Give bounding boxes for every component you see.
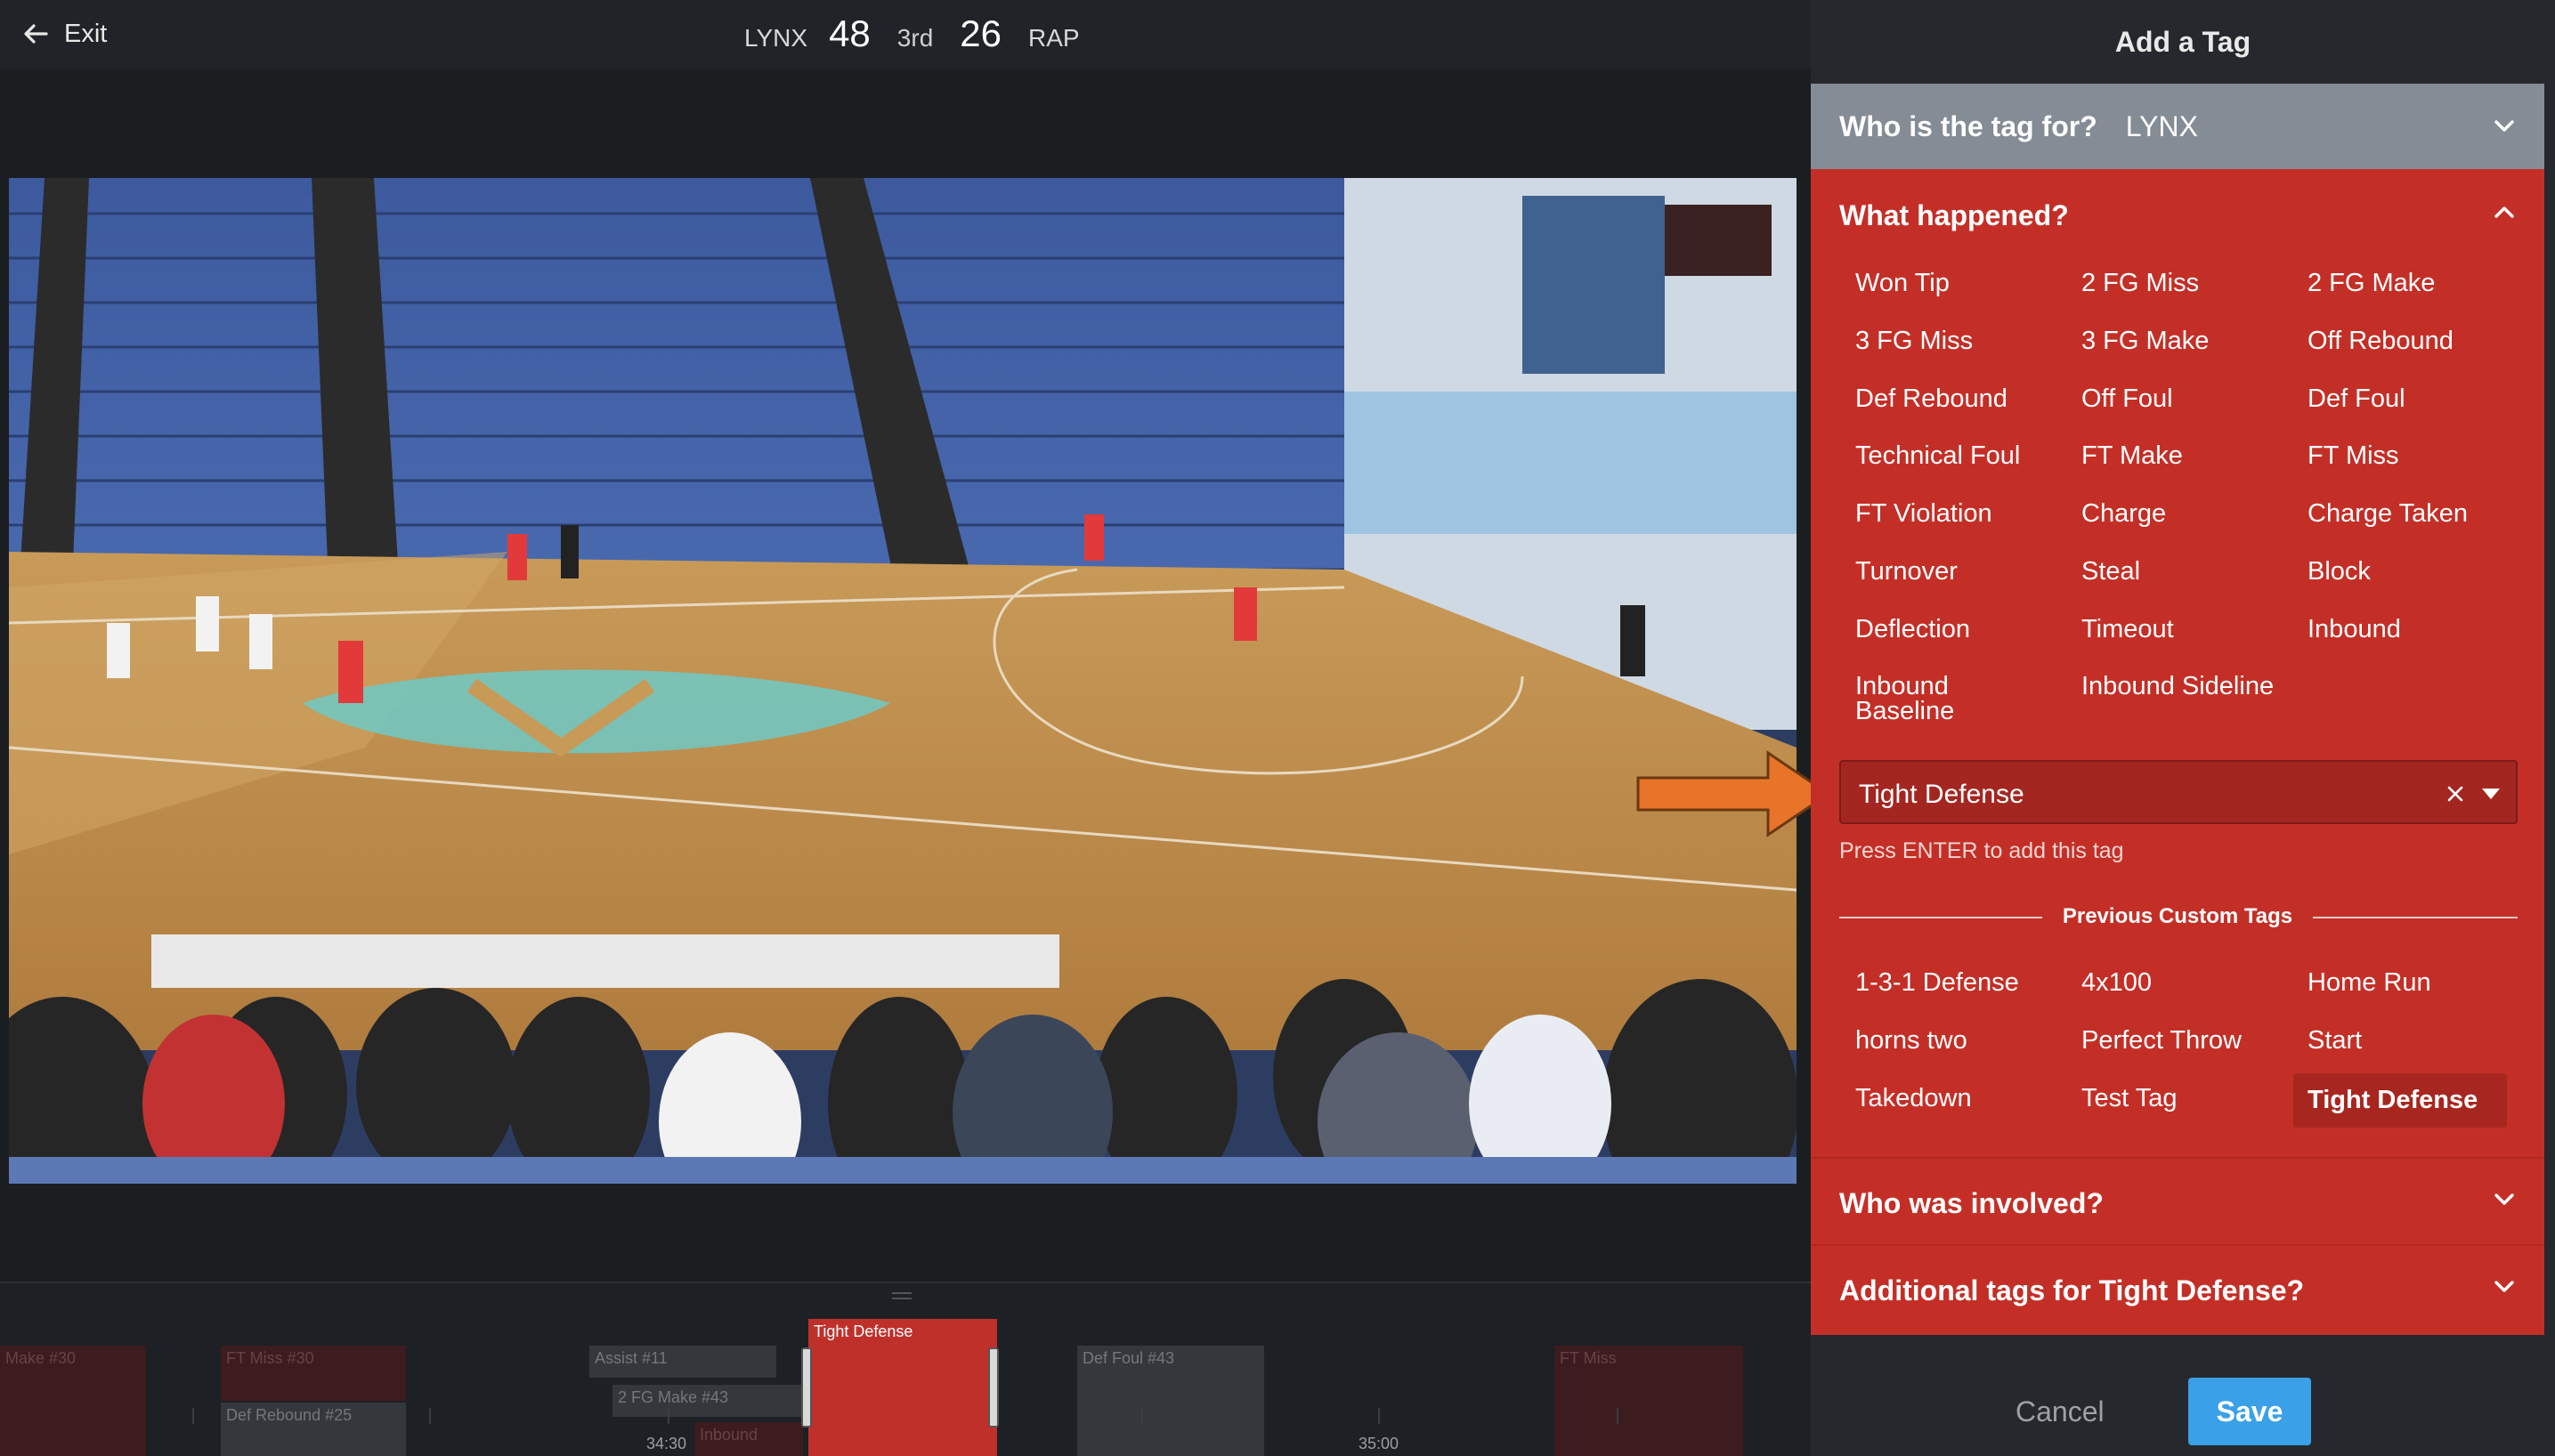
who-question: Who is the tag for?	[1839, 109, 2097, 142]
tag-option-technical-foul[interactable]: Technical Foul	[1855, 443, 2020, 469]
additional-tags-heading[interactable]: Additional tags for Tight Defense?	[1839, 1274, 2304, 1307]
tag-option-3fg-make[interactable]: 3 FG Make	[2081, 328, 2209, 354]
custom-tag-input[interactable]: Tight Defense	[1839, 760, 2518, 824]
home-team-score: 48	[829, 12, 871, 54]
chevron-up-icon[interactable]	[2493, 201, 2516, 224]
chevron-down-icon[interactable]	[2493, 1274, 2516, 1298]
timeline-clip[interactable]: Make #30	[0, 1346, 146, 1456]
exit-button[interactable]: Exit	[21, 16, 107, 52]
add-tag-panel: Add a Tag Who is the tag for? LYNX What …	[1811, 0, 2555, 1456]
tag-option-ft-make[interactable]: FT Make	[2081, 443, 2183, 469]
tag-option-3fg-miss[interactable]: 3 FG Miss	[1855, 328, 1973, 354]
clip-end-grip[interactable]	[988, 1347, 999, 1428]
tag-option-charge-taken[interactable]: Charge Taken	[2308, 501, 2468, 527]
custom-tag-tight-defense-selected[interactable]: Tight Defense	[2293, 1073, 2507, 1128]
custom-tag-takedown[interactable]: Takedown	[1855, 1086, 1972, 1112]
tag-option-def-foul[interactable]: Def Foul	[2308, 386, 2405, 412]
timeline-tick	[1378, 1408, 1380, 1424]
timeline-clip[interactable]: Def Rebound #25	[221, 1403, 406, 1456]
panel-footer	[1811, 1335, 2555, 1456]
timeline-clip[interactable]: FT Miss	[1554, 1346, 1743, 1456]
section-separator	[1811, 1157, 2544, 1159]
scoreboard: LYNX 48 3rd 26 RAP	[744, 12, 1080, 55]
timeline-tick	[1617, 1408, 1618, 1424]
tag-option-inbound-sideline[interactable]: Inbound Sideline	[2081, 674, 2274, 700]
timeline-clip[interactable]: Def Foul #43	[1077, 1346, 1264, 1456]
cancel-button[interactable]: Cancel	[2016, 1395, 2105, 1428]
tag-option-inbound-baseline[interactable]: Inbound Baseline	[1855, 674, 2016, 724]
away-team-name: RAP	[1027, 24, 1080, 52]
tag-option-deflection[interactable]: Deflection	[1855, 617, 1970, 643]
tag-option-2fg-make[interactable]: 2 FG Make	[2308, 271, 2435, 296]
video-player[interactable]	[9, 178, 1797, 1184]
who-is-tag-for-row[interactable]: Who is the tag for? LYNX	[1811, 84, 2544, 169]
timeline-time-label: 34:30	[646, 1435, 687, 1452]
tag-option-timeout[interactable]: Timeout	[2081, 617, 2174, 643]
clear-icon[interactable]	[2445, 783, 2466, 805]
panel-title: Add a Tag	[2114, 26, 2251, 58]
custom-tag-4x100[interactable]: 4x100	[2081, 970, 2152, 996]
tag-option-turnover[interactable]: Turnover	[1855, 559, 1958, 585]
custom-tag-perfect-throw[interactable]: Perfect Throw	[2081, 1028, 2242, 1054]
basketball-game-video-frame	[9, 178, 1797, 1184]
timeline-clip[interactable]: Assist #11	[589, 1346, 776, 1378]
tag-option-off-rebound[interactable]: Off Rebound	[2308, 328, 2454, 354]
chevron-down-icon[interactable]	[2493, 114, 2516, 137]
tag-option-inbound[interactable]: Inbound	[2308, 617, 2401, 643]
arrow-right-icon	[1636, 750, 1831, 837]
timeline-clip[interactable]: FT Miss #30	[221, 1346, 406, 1401]
custom-tag-value: Tight Defense	[1859, 780, 2024, 809]
dropdown-caret-icon[interactable]	[2482, 789, 2500, 799]
timeline-clip[interactable]: Inbound	[694, 1422, 803, 1456]
timeline-tick	[1141, 1408, 1143, 1424]
divider-line	[2313, 917, 2518, 918]
timeline-clip-selected[interactable]: Tight Defense	[808, 1319, 997, 1456]
save-button[interactable]: Save	[2188, 1378, 2311, 1445]
timeline-time-label: 35:00	[1359, 1435, 1399, 1452]
tag-option-2fg-miss[interactable]: 2 FG Miss	[2081, 271, 2199, 296]
tag-option-off-foul[interactable]: Off Foul	[2081, 386, 2173, 412]
who-value: LYNX	[2125, 109, 2198, 142]
game-period: 3rd	[896, 24, 934, 52]
timeline-resize-handle[interactable]	[892, 1292, 912, 1299]
what-happened-heading[interactable]: What happened?	[1839, 199, 2069, 232]
top-bar: Exit LYNX 48 3rd 26 RAP	[0, 0, 1811, 69]
tag-option-block[interactable]: Block	[2308, 559, 2371, 585]
who-was-involved-heading[interactable]: Who was involved?	[1839, 1187, 2104, 1220]
timeline-tick	[429, 1408, 431, 1424]
tag-option-charge[interactable]: Charge	[2081, 501, 2166, 527]
what-happened-section: What happened? Won Tip 2 FG Miss 2 FG Ma…	[1811, 169, 2544, 1335]
tag-option-ft-violation[interactable]: FT Violation	[1855, 501, 1992, 527]
timeline-tick	[668, 1408, 669, 1424]
exit-label: Exit	[64, 19, 108, 48]
home-team-name: LYNX	[744, 24, 808, 52]
custom-tag-horns-two[interactable]: horns two	[1855, 1028, 1967, 1054]
custom-tag-start[interactable]: Start	[2308, 1028, 2362, 1054]
enter-hint: Press ENTER to add this tag	[1839, 838, 2124, 863]
tag-option-steal[interactable]: Steal	[2081, 559, 2140, 585]
tag-option-won-tip[interactable]: Won Tip	[1855, 271, 1950, 296]
custom-tag-1-3-1-defense[interactable]: 1-3-1 Defense	[1855, 970, 2019, 996]
timeline-clip[interactable]: 2 FG Make #43	[612, 1385, 801, 1417]
custom-tag-test-tag[interactable]: Test Tag	[2081, 1086, 2177, 1112]
away-team-score: 26	[960, 12, 1002, 54]
chevron-down-icon[interactable]	[2493, 1187, 2516, 1210]
tag-option-def-rebound[interactable]: Def Rebound	[1855, 386, 2008, 412]
section-separator	[1811, 1244, 2544, 1246]
custom-tag-home-run[interactable]: Home Run	[2308, 970, 2431, 996]
clip-start-grip[interactable]	[801, 1347, 812, 1428]
timeline-tick	[192, 1408, 194, 1424]
tag-option-ft-miss[interactable]: FT Miss	[2308, 443, 2399, 469]
arrow-left-icon	[24, 24, 48, 44]
